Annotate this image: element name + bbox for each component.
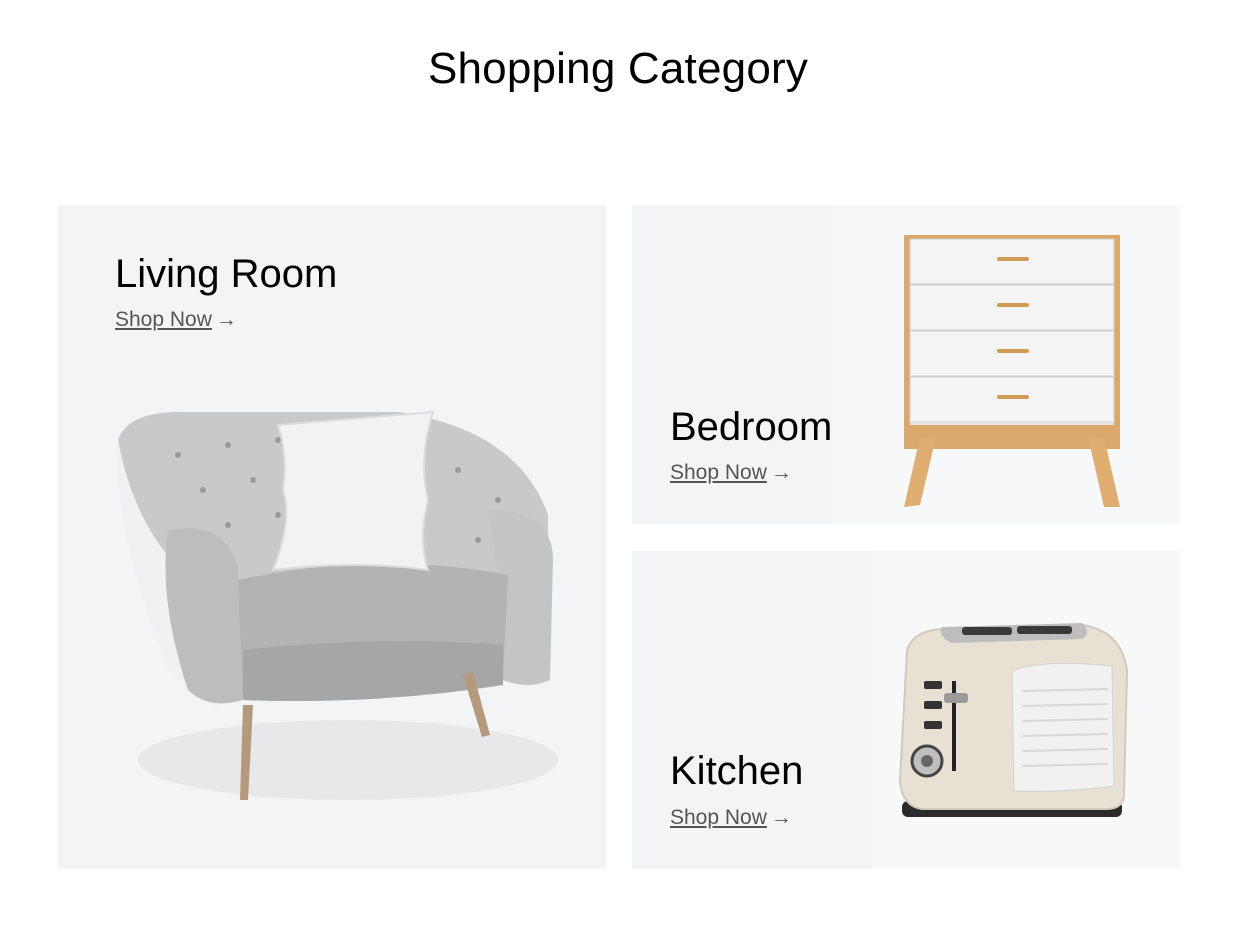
- armchair-image: [117, 410, 558, 800]
- arrow-right-icon: →: [770, 461, 792, 484]
- category-title: Kitchen: [670, 749, 804, 793]
- shop-now-link[interactable]: Shop Now →: [670, 806, 792, 830]
- shop-now-label: Shop Now: [670, 806, 767, 829]
- category-card-kitchen[interactable]: Kitchen Shop Now →: [632, 551, 1180, 869]
- arrow-right-icon: →: [215, 308, 237, 331]
- shop-now-link[interactable]: Shop Now →: [115, 308, 237, 332]
- category-card-living-room[interactable]: Living Room Shop Now →: [58, 205, 606, 869]
- toaster-image: [898, 623, 1129, 817]
- shop-now-link[interactable]: Shop Now →: [670, 461, 792, 485]
- category-card-bedroom[interactable]: Bedroom Shop Now →: [632, 205, 1180, 524]
- category-title: Living Room: [115, 252, 338, 296]
- shop-now-label: Shop Now: [670, 461, 767, 484]
- arrow-right-icon: →: [770, 806, 792, 829]
- shop-now-label: Shop Now: [115, 308, 212, 331]
- page-title: Shopping Category: [427, 44, 809, 93]
- dresser-image: [904, 235, 1120, 507]
- category-title: Bedroom: [670, 405, 833, 449]
